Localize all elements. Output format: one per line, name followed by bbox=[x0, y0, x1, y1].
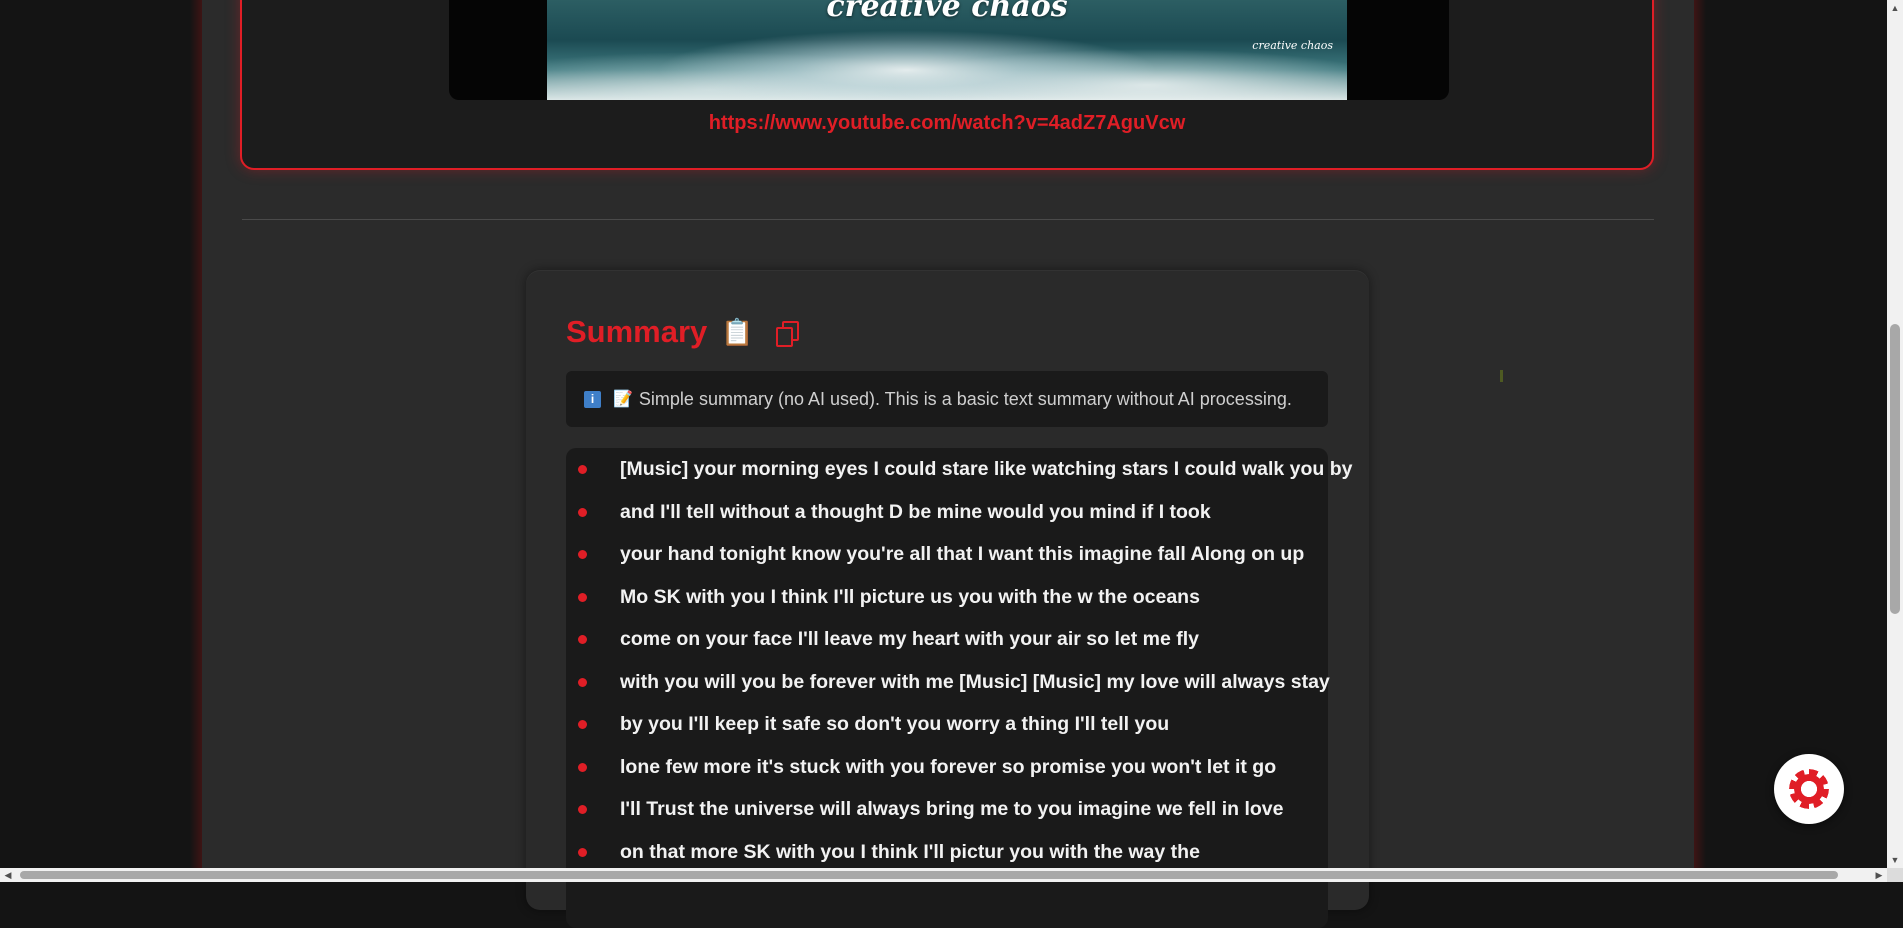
list-item: and I'll tell without a thought D be min… bbox=[566, 491, 1328, 534]
summary-title: Summary bbox=[566, 314, 708, 349]
clipboard-icon: 📋 bbox=[721, 316, 754, 347]
bullet-icon bbox=[578, 507, 587, 517]
video-player[interactable]: creative chaos creative chaos bbox=[449, 0, 1449, 100]
bullet-icon bbox=[578, 465, 587, 474]
summary-header: Summary 📋 bbox=[566, 312, 800, 352]
right-side-glow bbox=[1694, 0, 1706, 868]
settings-sun-icon bbox=[1789, 769, 1829, 809]
video-thumbnail[interactable]: creative chaos creative chaos bbox=[547, 0, 1347, 100]
list-item: I'll Trust the universe will always brin… bbox=[566, 788, 1328, 831]
channel-logo: creative chaos bbox=[1252, 39, 1333, 52]
bullet-icon bbox=[578, 720, 587, 729]
copy-icon[interactable] bbox=[772, 318, 800, 347]
settings-fab-button[interactable] bbox=[1774, 754, 1844, 824]
scroll-left-arrow-icon[interactable]: ◀ bbox=[0, 868, 16, 882]
vertical-scroll-thumb[interactable] bbox=[1890, 324, 1900, 614]
scrollbar-corner bbox=[1887, 868, 1903, 882]
scroll-up-arrow-icon[interactable]: ▲ bbox=[1887, 0, 1903, 16]
list-item: come on your face I'll leave my heart wi… bbox=[566, 618, 1328, 661]
summary-card: Summary 📋 i 📝 Simple summary (no AI used… bbox=[526, 270, 1369, 928]
bullet-icon bbox=[578, 805, 587, 814]
vertical-scrollbar[interactable]: ▲ ▼ bbox=[1887, 0, 1903, 868]
list-item: by you I'll keep it safe so don't you wo… bbox=[566, 703, 1328, 746]
info-text: Simple summary (no AI used). This is a b… bbox=[638, 388, 1292, 409]
memo-icon: 📝 bbox=[613, 391, 633, 408]
list-item: [Music] your morning eyes I could stare … bbox=[566, 448, 1353, 491]
scroll-right-arrow-icon[interactable]: ▶ bbox=[1871, 868, 1887, 882]
bullet-icon bbox=[578, 550, 587, 559]
summary-lines-list: [Music] your morning eyes I could stare … bbox=[566, 448, 1353, 874]
list-item: with you will you be forever with me [Mu… bbox=[566, 661, 1330, 704]
left-side-glow bbox=[190, 0, 202, 868]
section-divider bbox=[242, 219, 1654, 220]
thumbnail-title: creative chaos bbox=[826, 0, 1068, 24]
bullet-icon bbox=[578, 847, 587, 857]
info-icon: i bbox=[584, 390, 601, 408]
scroll-down-arrow-icon[interactable]: ▼ bbox=[1887, 852, 1903, 868]
decorative-mark bbox=[1500, 370, 1503, 382]
list-item: on that more SK with you I think I'll pi… bbox=[566, 831, 1328, 874]
video-url-link[interactable]: https://www.youtube.com/watch?v=4adZ7Agu… bbox=[242, 112, 1652, 135]
list-item: Mo SK with you I think I'll picture us y… bbox=[566, 576, 1328, 619]
horizontal-scrollbar[interactable]: ◀ ▶ bbox=[0, 868, 1887, 882]
bullet-icon bbox=[578, 677, 587, 687]
horizontal-scroll-thumb[interactable] bbox=[20, 871, 1838, 879]
info-notice: i 📝 Simple summary (no AI used). This is… bbox=[566, 371, 1328, 427]
bullet-icon bbox=[578, 592, 587, 602]
summary-lines-panel: [Music] your morning eyes I could stare … bbox=[566, 448, 1353, 928]
video-card: creative chaos creative chaos https://ww… bbox=[240, 0, 1654, 170]
list-item: lone few more it's stuck with you foreve… bbox=[566, 746, 1328, 789]
bullet-icon bbox=[578, 762, 587, 772]
list-item: your hand tonight know you're all that I… bbox=[566, 533, 1328, 576]
bullet-icon bbox=[578, 635, 587, 644]
